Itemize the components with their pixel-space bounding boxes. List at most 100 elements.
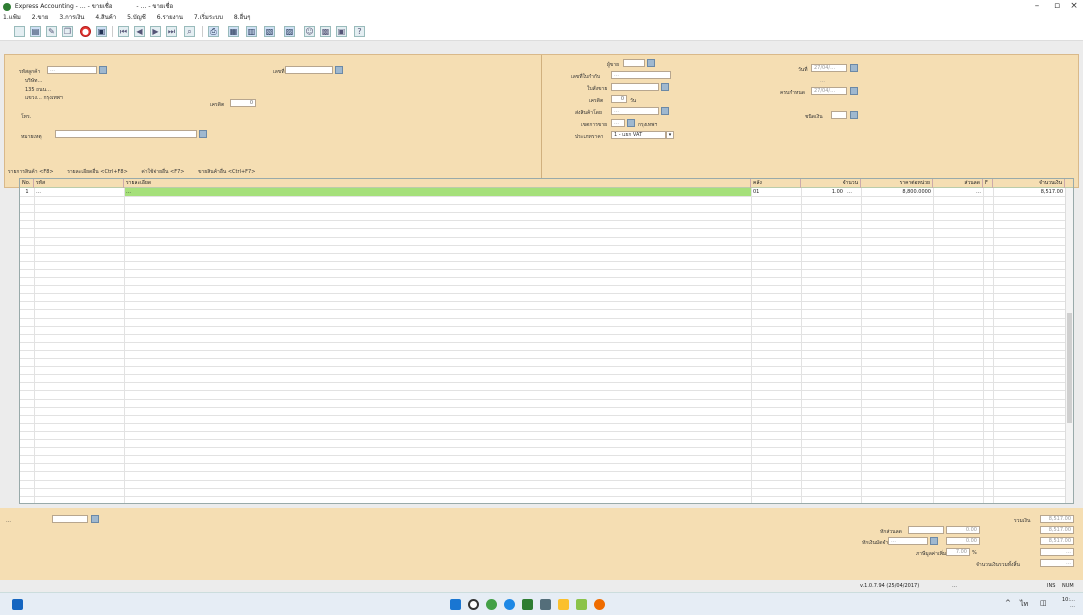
deposit-code-field[interactable]: … <box>888 537 928 545</box>
customer-lookup-icon[interactable] <box>99 66 107 74</box>
price-type-select[interactable]: 1 - แยก VAT <box>611 131 666 139</box>
col-code[interactable]: รหัส <box>34 179 124 188</box>
bottom-remark-lookup-icon[interactable] <box>91 515 99 523</box>
deposit-lookup-icon[interactable] <box>930 537 938 545</box>
ref-field[interactable] <box>285 66 333 74</box>
scrollbar-thumb[interactable] <box>1067 313 1072 423</box>
discount-amount-field[interactable]: 0.00 <box>946 526 980 534</box>
tab-other-details[interactable]: รายละเอียดอื่น <Ctrl+F8> <box>67 169 128 175</box>
prev-icon[interactable]: ◀ <box>134 26 145 37</box>
search-icon[interactable] <box>468 599 479 610</box>
chevron-down-icon[interactable]: ▾ <box>666 131 674 139</box>
refresh-icon[interactable]: ▨ <box>284 26 295 37</box>
edit-icon[interactable]: ✎ <box>46 26 57 37</box>
edge-icon[interactable] <box>486 599 497 610</box>
new-icon[interactable] <box>14 26 25 37</box>
network-icon[interactable]: ◫ <box>1040 599 1047 607</box>
menu-sale[interactable]: 2.ขาย <box>32 14 49 21</box>
credit-field[interactable]: 0 <box>230 99 256 107</box>
save-icon[interactable]: ▣ <box>96 26 107 37</box>
vertical-scrollbar[interactable] <box>1065 188 1073 503</box>
currency-field[interactable] <box>831 111 847 119</box>
preview-icon[interactable]: ▦ <box>228 26 239 37</box>
menu-stock[interactable]: 4.สินค้า <box>95 14 116 21</box>
first-icon[interactable]: ⏮ <box>118 26 129 37</box>
discount-text-field[interactable] <box>908 526 944 534</box>
sales-area-field[interactable]: … <box>611 119 625 127</box>
cell-discount[interactable]: … <box>933 188 983 196</box>
maximize-icon[interactable]: ▫ <box>1050 0 1064 13</box>
close-icon[interactable]: × <box>1067 0 1081 13</box>
clock[interactable]: 10:… … <box>1062 597 1075 609</box>
menu-report[interactable]: 6.รายงาน <box>157 14 183 21</box>
ref-lookup-icon[interactable] <box>335 66 343 74</box>
copy-icon[interactable]: ❐ <box>62 26 73 37</box>
menu-other[interactable]: 8.อื่นๆ <box>234 14 251 21</box>
due-calendar-icon[interactable] <box>850 87 858 95</box>
date-field[interactable]: 27/04/… <box>811 64 847 72</box>
due-date-field[interactable]: 27/04/… <box>811 87 847 95</box>
cancel-icon[interactable]: ● <box>80 26 91 37</box>
tab-other-sales[interactable]: ขายสินค้าอื่น <Ctrl+F7> <box>198 169 255 175</box>
col-warehouse[interactable]: คลัง <box>751 179 801 188</box>
sales-person-lookup-icon[interactable] <box>647 59 655 67</box>
user-icon[interactable]: ☺ <box>304 26 315 37</box>
export-icon[interactable]: ▥ <box>246 26 257 37</box>
col-discount[interactable]: ส่วนลด <box>933 179 983 188</box>
menu-finance[interactable]: 3.การเงิน <box>59 14 84 21</box>
vat-rate-field[interactable]: 7.00 <box>946 548 970 556</box>
deliver-by-field[interactable]: … <box>611 107 659 115</box>
col-flag[interactable]: F <box>983 179 993 188</box>
credit-days-field[interactable]: 0 <box>611 95 627 103</box>
sales-order-field[interactable] <box>611 83 659 91</box>
language-icon[interactable]: ไท <box>1020 599 1028 610</box>
folder-icon[interactable] <box>558 599 569 610</box>
col-amount[interactable]: จำนวนเงิน <box>993 179 1065 188</box>
bottom-remark-field[interactable] <box>52 515 88 523</box>
cell-code[interactable]: … <box>34 188 124 196</box>
chrome-icon[interactable] <box>504 599 515 610</box>
open-icon[interactable]: ▤ <box>30 26 41 37</box>
col-description[interactable]: รายละเอียด <box>124 179 751 188</box>
help-icon[interactable]: ? <box>354 26 365 37</box>
table-row[interactable]: 1 … … 01 1.00 … 8,800.0000 … 8,517.00 <box>20 188 1073 196</box>
tab-expenses[interactable]: ค่าใช้จ่ายอื่น <F7> <box>141 169 184 175</box>
app-icon[interactable] <box>576 599 587 610</box>
doc-no-field[interactable]: … <box>611 71 671 79</box>
store-icon[interactable] <box>540 599 551 610</box>
firefox-icon[interactable] <box>594 599 605 610</box>
menu-ledger[interactable]: 5.บัญชี <box>127 14 146 21</box>
cell-unit-price[interactable]: 8,800.0000 <box>861 188 933 196</box>
calc-icon[interactable]: ▣ <box>336 26 347 37</box>
calendar-icon[interactable] <box>850 64 858 72</box>
deliver-by-lookup-icon[interactable] <box>661 107 669 115</box>
customer-code-field[interactable]: … <box>47 66 97 74</box>
next-icon[interactable]: ▶ <box>150 26 161 37</box>
print-icon[interactable]: ⎙ <box>208 26 219 37</box>
find-icon[interactable]: ⌕ <box>184 26 195 37</box>
remark-field[interactable] <box>55 130 197 138</box>
widgets-icon[interactable] <box>12 599 23 610</box>
tray-chevron-icon[interactable]: ^ <box>1005 599 1011 607</box>
col-no[interactable]: No. <box>20 179 34 188</box>
col-unit-price[interactable]: ราคาต่อหน่วย <box>861 179 933 188</box>
remark-lookup-icon[interactable] <box>199 130 207 138</box>
tab-items[interactable]: รายการสินค้า <F8> <box>8 169 54 175</box>
sales-order-lookup-icon[interactable] <box>661 83 669 91</box>
menu-setup[interactable]: 7.เริ่มระบบ <box>194 14 223 21</box>
sales-area-lookup-icon[interactable] <box>627 119 635 127</box>
minimize-icon[interactable]: – <box>1030 0 1044 13</box>
express-app-icon[interactable] <box>522 599 533 610</box>
menu-file[interactable]: 1.แฟ้ม <box>3 14 21 21</box>
cell-description[interactable]: … <box>124 188 751 196</box>
start-icon[interactable] <box>450 599 461 610</box>
cell-warehouse[interactable]: 01 <box>751 188 801 196</box>
cell-qty[interactable]: 1.00 <box>801 188 845 196</box>
col-qty[interactable]: จำนวน <box>801 179 861 188</box>
currency-lookup-icon[interactable] <box>850 111 858 119</box>
chart-icon[interactable]: ▩ <box>320 26 331 37</box>
sales-person-field[interactable] <box>623 59 645 67</box>
report-icon[interactable]: ▧ <box>264 26 275 37</box>
deposit-amount-field[interactable]: 0.00 <box>946 537 980 545</box>
last-icon[interactable]: ⏭ <box>166 26 177 37</box>
